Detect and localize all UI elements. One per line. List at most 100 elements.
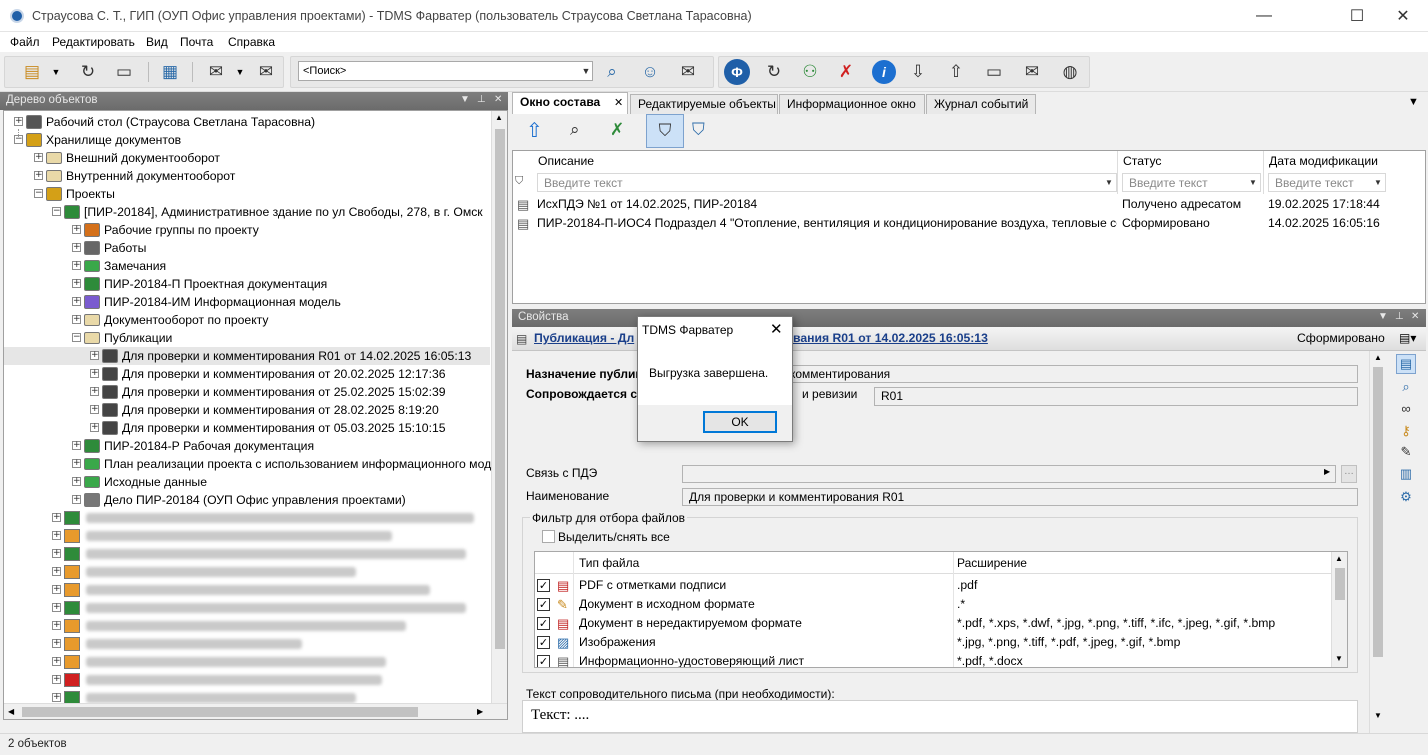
file-type-row[interactable]: ✓ ▤ PDF с отметками подписи .pdf xyxy=(535,576,1331,595)
tree-expander-icon[interactable]: + xyxy=(72,297,81,306)
tree-item[interactable]: − Проекты xyxy=(4,185,490,203)
scroll-right-icon[interactable]: ▶ xyxy=(477,707,483,716)
menu-edit[interactable]: Редактировать xyxy=(52,35,135,49)
globe-icon[interactable]: ◍ xyxy=(1058,60,1082,84)
sync-icon[interactable]: ↻ xyxy=(762,60,786,84)
tree-expander-icon[interactable]: + xyxy=(52,675,61,684)
tree-expander-icon[interactable]: + xyxy=(72,261,81,270)
compose-mail-icon[interactable]: ✉ xyxy=(204,60,228,84)
filter-settings-icon[interactable]: ⛉ xyxy=(692,120,705,140)
filter-date-dropdown-icon[interactable]: ▼ xyxy=(1371,174,1385,191)
mail-dropdown-icon[interactable]: ▼ xyxy=(234,60,246,84)
menu-mail[interactable]: Почта xyxy=(180,35,213,49)
object-tree[interactable]: + Рабочий стол (Страусова Светлана Тарасо… xyxy=(3,110,508,720)
file-type-row[interactable]: ✓ ▤ Документ в нередактируемом формате *.pd… xyxy=(535,614,1331,633)
mail-upload-icon[interactable]: ✉ xyxy=(1020,60,1044,84)
tree-scroll-thumb[interactable] xyxy=(495,129,505,649)
find-user-icon[interactable]: ☺ xyxy=(638,60,662,84)
tree-item[interactable]: + План реализации проекта с использование… xyxy=(4,455,491,473)
tree-expander-icon[interactable]: + xyxy=(72,315,81,324)
find-folder-icon[interactable]: ⌕ xyxy=(600,60,624,84)
minimize-button[interactable]: — xyxy=(1241,0,1287,32)
window-icon[interactable]: ▭ xyxy=(112,60,136,84)
tree-item-redacted[interactable]: + xyxy=(4,635,490,653)
tree-item-redacted[interactable]: + xyxy=(4,581,490,599)
tree-item[interactable]: + Для проверки и комментирования от 28.02… xyxy=(4,401,490,419)
tree-item[interactable]: + Для проверки и комментирования от 05.03… xyxy=(4,419,490,437)
col-modified[interactable]: Дата модификации xyxy=(1269,154,1378,168)
tree-item[interactable]: + Для проверки и комментирования R01 от 1… xyxy=(4,347,490,365)
tree-expander-icon[interactable]: + xyxy=(52,657,61,666)
refresh-icon[interactable]: ↻ xyxy=(76,60,100,84)
object-title-link[interactable]: Публикация - Дл xyxy=(534,331,634,345)
menu-file[interactable]: Файл xyxy=(10,35,40,49)
tdms-logo-icon[interactable]: Φ xyxy=(724,59,750,85)
tree-item[interactable]: − Хранилище документов xyxy=(4,131,490,149)
tree-item[interactable]: − Публикации xyxy=(4,329,490,347)
tree-expander-icon[interactable]: + xyxy=(52,639,61,648)
ok-button[interactable]: OK xyxy=(703,411,777,433)
tree-item[interactable]: + Рабочие группы по проекту xyxy=(4,221,490,239)
search-input[interactable]: <Поиск> xyxy=(298,61,593,81)
tree-item[interactable]: + Работы xyxy=(4,239,490,257)
tree-expander-icon[interactable]: + xyxy=(90,369,99,378)
properties-icon[interactable]: ▦ xyxy=(158,60,182,84)
tree-expander-icon[interactable]: + xyxy=(14,117,23,126)
disconnect-icon[interactable]: ✗ xyxy=(834,60,858,84)
file-scroll-up-icon[interactable]: ▲ xyxy=(1335,554,1343,563)
tabs-menu-icon[interactable]: ▼ xyxy=(1408,96,1419,108)
scroll-up-icon[interactable]: ▲ xyxy=(495,113,503,122)
edit-icon[interactable]: ✎ xyxy=(1396,442,1416,462)
tree-expander-icon[interactable]: + xyxy=(52,585,61,594)
tree-item-redacted[interactable]: + xyxy=(4,617,490,635)
properties-scrollbar[interactable]: ▲ ▼ xyxy=(1369,351,1385,733)
tree-expander-icon[interactable]: + xyxy=(72,243,81,252)
tree-item[interactable]: + ПИР-20184-ИМ Информационная модель xyxy=(4,293,490,311)
props-scroll-thumb[interactable] xyxy=(1373,367,1383,657)
file-type-row[interactable]: ✓ ▨ Изображения *.jpg, *.png, *.tiff, *.pdf… xyxy=(535,633,1331,652)
tree-expander-icon[interactable]: + xyxy=(52,693,61,702)
tree-vertical-scrollbar[interactable]: ▲ xyxy=(491,111,507,703)
object-status-menu-icon[interactable]: ▤▾ xyxy=(1399,331,1416,345)
col-file-type[interactable]: Тип файла xyxy=(579,556,639,570)
tree-item-redacted[interactable]: + xyxy=(4,509,490,527)
col-extension[interactable]: Расширение xyxy=(957,556,1027,570)
tree-item[interactable]: + Для проверки и комментирования от 25.02… xyxy=(4,383,490,401)
tree-expander-icon[interactable]: − xyxy=(52,207,61,216)
tree-expander-icon[interactable]: + xyxy=(52,513,61,522)
tree-item-redacted[interactable]: + xyxy=(4,545,490,563)
tree-item[interactable]: + Внешний документооборот xyxy=(4,149,490,167)
file-type-checkbox[interactable]: ✓ xyxy=(537,598,550,611)
maximize-button[interactable]: ☐ xyxy=(1334,0,1380,32)
filter-description-dropdown-icon[interactable]: ▼ xyxy=(1102,174,1116,191)
new-dropdown-icon[interactable]: ▼ xyxy=(50,60,62,84)
find-mail-icon[interactable]: ✉ xyxy=(676,60,700,84)
file-type-row[interactable]: ✓ ✎ Документ в исходном формате .* xyxy=(535,595,1331,614)
link-pde-arrow-icon[interactable]: ▶ xyxy=(1324,467,1330,476)
tree-expander-icon[interactable]: − xyxy=(34,189,43,198)
tree-item[interactable]: + ПИР-20184-Р Рабочая документация xyxy=(4,437,490,455)
go-up-icon[interactable]: ⇧ xyxy=(526,118,543,143)
tree-item[interactable]: + Документооборот по проекту xyxy=(4,311,490,329)
doc-up-icon[interactable]: ⇧ xyxy=(944,60,968,84)
tab-edited-objects[interactable]: Редактируемые объекты xyxy=(630,94,778,114)
send-mail-icon[interactable]: ✉ xyxy=(254,60,278,84)
tree-item[interactable]: − [ПИР-20184], Административное здание по… xyxy=(4,203,490,221)
tree-expander-icon[interactable]: + xyxy=(52,531,61,540)
scroll-left-icon[interactable]: ◀ xyxy=(8,707,14,716)
props-scroll-up-icon[interactable]: ▲ xyxy=(1374,353,1382,362)
tree-expander-icon[interactable]: + xyxy=(34,153,43,162)
tree-item[interactable]: + Исходные данные xyxy=(4,473,490,491)
tree-item[interactable]: + Рабочий стол (Страусова Светлана Тарасо… xyxy=(4,113,490,131)
tab-event-log[interactable]: Журнал событий xyxy=(926,94,1036,114)
link-pde-browse-button[interactable]: … xyxy=(1341,465,1357,483)
tree-expander-icon[interactable]: + xyxy=(52,549,61,558)
tree-item-redacted[interactable]: + xyxy=(4,671,490,689)
tree-expander-icon[interactable]: + xyxy=(72,477,81,486)
file-type-checkbox[interactable]: ✓ xyxy=(537,617,550,630)
tree-expander-icon[interactable]: + xyxy=(52,621,61,630)
tree-expander-icon[interactable]: + xyxy=(34,171,43,180)
col-status[interactable]: Статус xyxy=(1123,154,1162,168)
tree-expander-icon[interactable]: + xyxy=(72,441,81,450)
file-type-checkbox[interactable]: ✓ xyxy=(537,636,550,649)
